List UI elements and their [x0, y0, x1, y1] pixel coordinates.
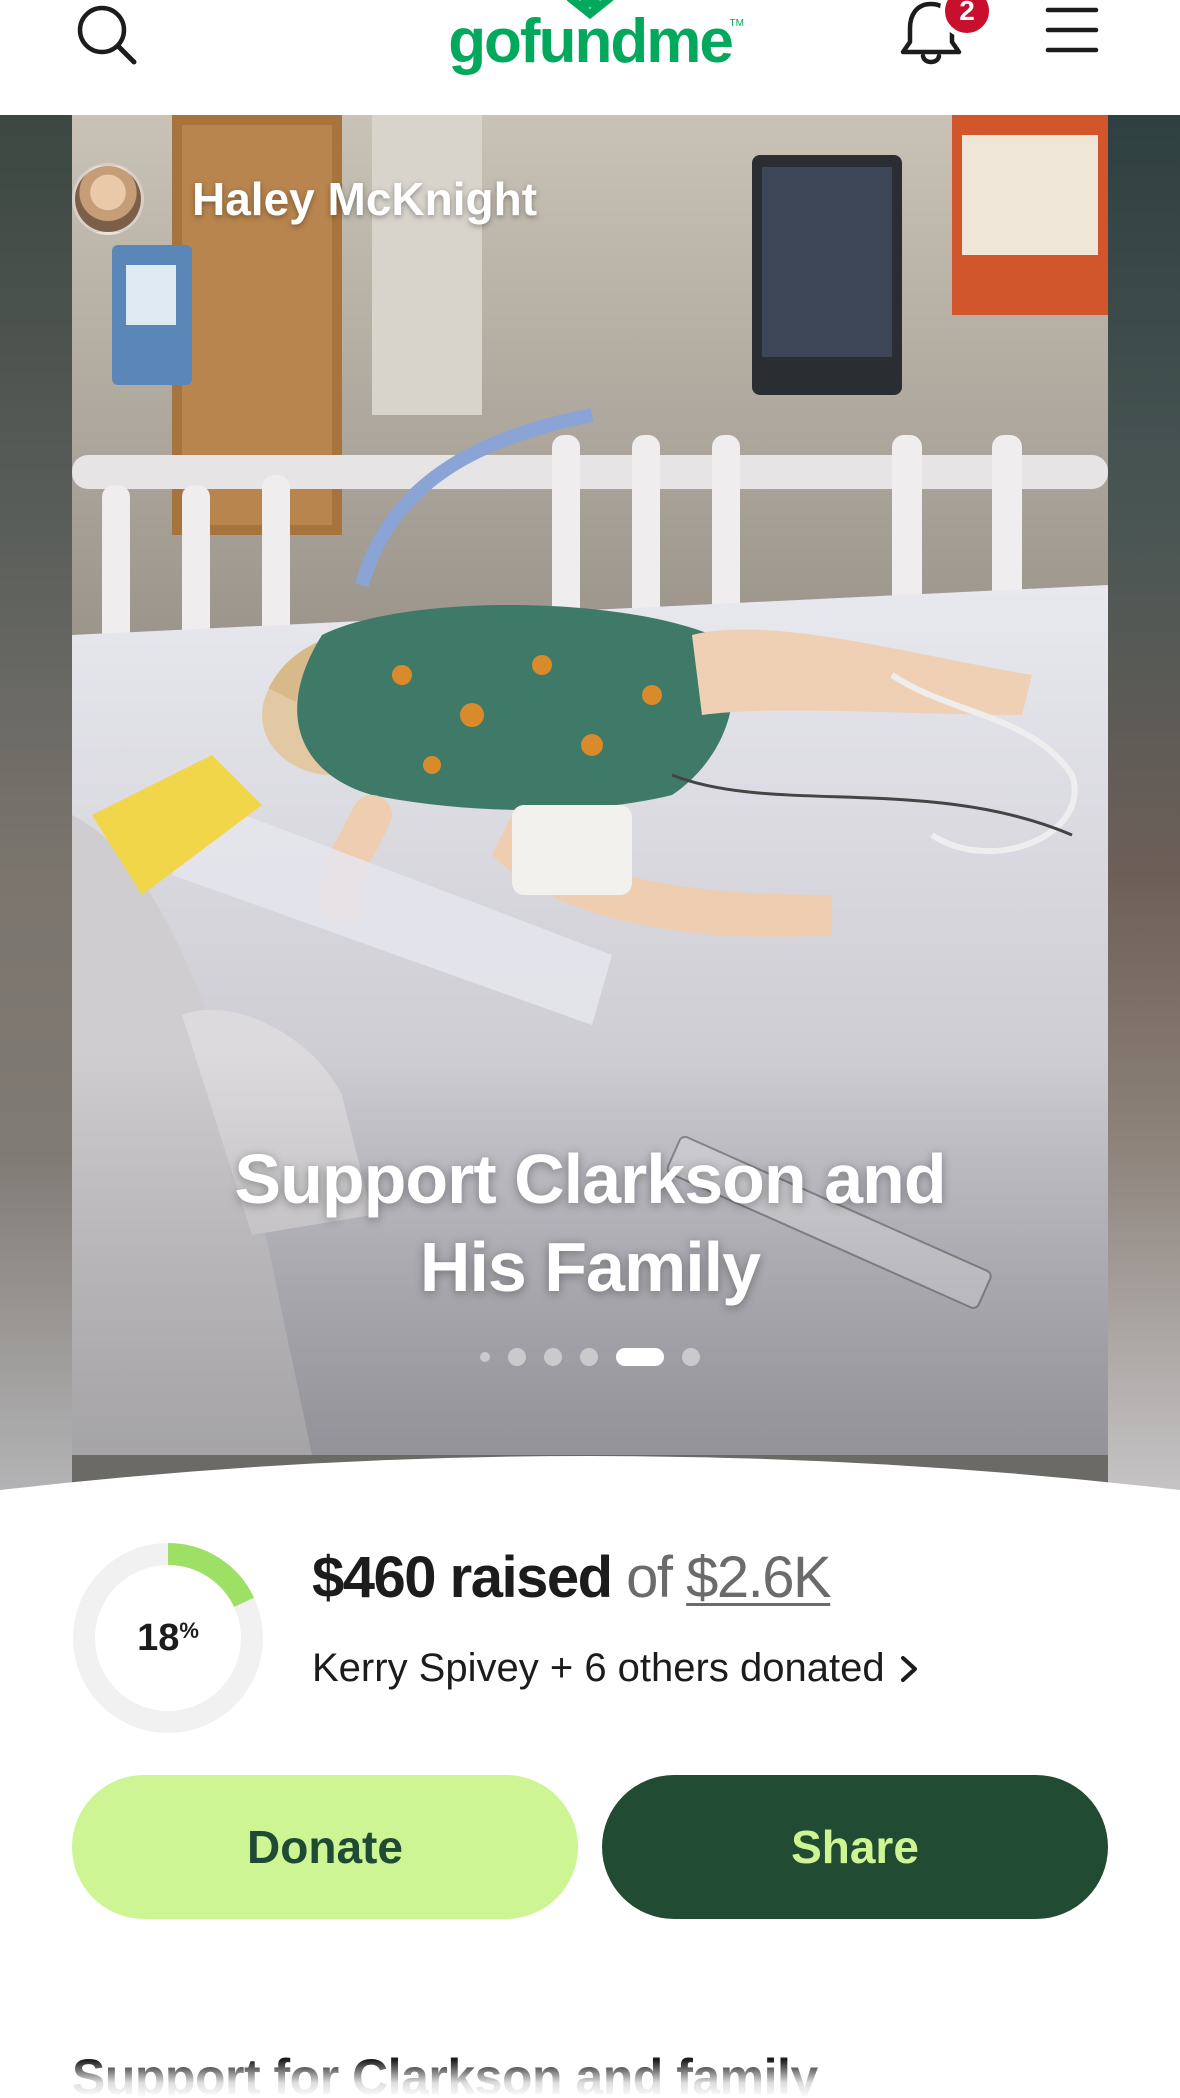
hero-side-blur-left [0, 115, 72, 1495]
hero-bottom-curve [0, 1456, 1180, 1495]
goal-amount-link[interactable]: $2.6K [686, 1545, 832, 1610]
organizer-name: Haley McKnight [192, 173, 538, 225]
donate-button[interactable]: Donate [72, 1775, 578, 1919]
carousel-dot[interactable] [682, 1348, 700, 1366]
raised-of: of [626, 1545, 673, 1610]
share-button[interactable]: Share [602, 1775, 1108, 1919]
donors-link[interactable]: Kerry Spivey + 6 others donated [312, 1646, 921, 1691]
donors-text: Kerry Spivey + 6 others donated [312, 1646, 885, 1690]
carousel-dot[interactable] [616, 1348, 664, 1366]
campaign-page: gofundme TM 2 Haley McKnight Support Cla… [0, 0, 1180, 2098]
raised-summary: $460 raised of $2.6K [312, 1544, 832, 1611]
search-button[interactable] [76, 2, 140, 66]
search-icon [77, 5, 137, 65]
carousel-dot[interactable] [508, 1348, 526, 1366]
organizer[interactable]: Haley McKnight [72, 163, 537, 235]
progress-percent-value: 18 [137, 1616, 180, 1659]
hero-carousel[interactable]: Haley McKnight Support Clarkson and His … [0, 115, 1180, 1495]
progress-percent: 18% [72, 1542, 264, 1734]
campaign-title: Support Clarkson and His Family [72, 1135, 1108, 1311]
progress-percent-sign: % [179, 1618, 199, 1643]
carousel-dot[interactable] [480, 1352, 490, 1362]
carousel-dot[interactable] [580, 1348, 598, 1366]
menu-button[interactable] [1044, 6, 1100, 56]
gofundme-logo-mark: gofundme TM [448, 0, 744, 76]
organizer-avatar [72, 163, 144, 235]
svg-text:TM: TM [730, 18, 744, 29]
carousel-indicator[interactable] [0, 1347, 1180, 1367]
top-nav: gofundme TM 2 [0, 0, 1180, 115]
raised-amount: $460 raised [312, 1545, 613, 1610]
bottom-fade [0, 2060, 1180, 2098]
svg-text:gofundme: gofundme [448, 7, 732, 76]
chevron-right-icon [900, 1655, 917, 1682]
gofundme-logo[interactable]: gofundme TM [430, 0, 750, 90]
hero-side-blur-right [1108, 115, 1180, 1495]
hamburger-menu-icon [1045, 7, 1099, 53]
carousel-dot[interactable] [544, 1348, 562, 1366]
campaign-title-line-2: His Family [419, 1228, 761, 1306]
campaign-title-line-1: Support Clarkson and [234, 1140, 946, 1218]
